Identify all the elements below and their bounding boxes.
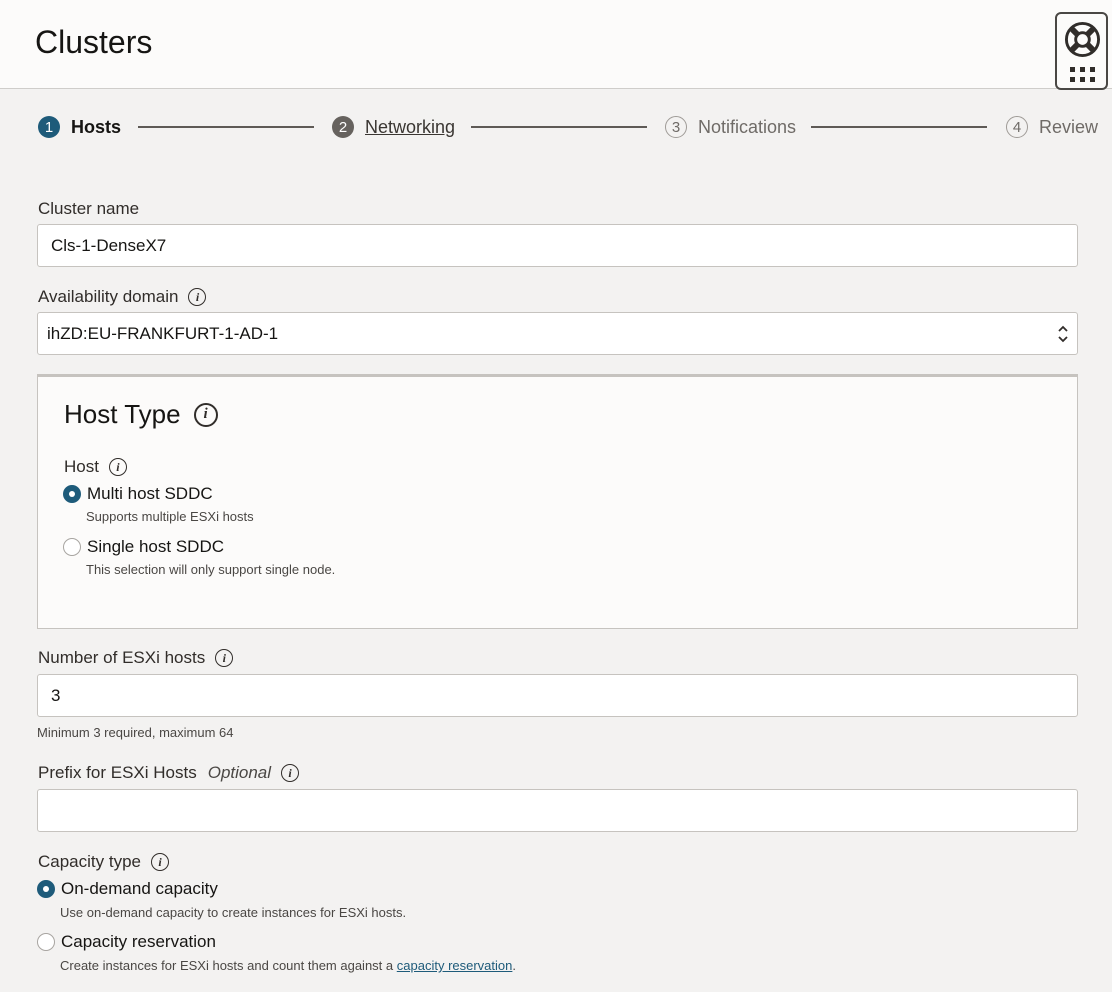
step-hosts[interactable]: 1 Hosts [38, 115, 121, 139]
step-connector [811, 126, 987, 128]
step-review: 4 Review [1006, 115, 1098, 139]
step-connector [138, 126, 314, 128]
radio-label: Single host SDDC [87, 537, 225, 556]
availability-domain-label-text: Availability domain [38, 287, 179, 306]
radio-single-host[interactable]: Single host SDDC [63, 537, 224, 557]
radio-description: Create instances for ESXi hosts and coun… [60, 958, 516, 973]
radio-description: Use on-demand capacity to create instanc… [60, 905, 407, 920]
radio-button[interactable] [37, 933, 55, 951]
radio-description: This selection will only support single … [86, 562, 336, 577]
radio-button[interactable] [37, 880, 55, 898]
availability-domain-label: Availability domain i [38, 287, 207, 307]
info-icon[interactable]: i [215, 649, 234, 667]
radio-multi-host[interactable]: Multi host SDDC [63, 484, 213, 504]
radio-description-text: Create instances for ESXi hosts and coun… [60, 958, 394, 973]
cluster-name-label-text: Cluster name [38, 199, 140, 218]
cluster-name-label: Cluster name [38, 199, 139, 219]
step-number: 4 [1006, 116, 1028, 138]
step-label: Review [1039, 116, 1099, 137]
host-label: Host i [64, 457, 127, 477]
radio-button[interactable] [63, 538, 81, 556]
help-widget[interactable] [1055, 12, 1108, 90]
esxi-hosts-label-text: Number of ESXi hosts [38, 648, 206, 667]
esxi-hosts-value: 3 [51, 685, 61, 705]
info-icon[interactable]: i [108, 458, 127, 476]
esxi-hosts-label: Number of ESXi hosts i [38, 648, 234, 668]
availability-domain-select[interactable]: ihZD:EU-FRANKFURT-1-AD-1 [37, 312, 1078, 355]
step-notifications: 3 Notifications [665, 115, 796, 139]
capacity-type-label: Capacity type i [38, 852, 169, 872]
radio-label: Multi host SDDC [87, 484, 213, 503]
radio-description-suffix: . [512, 958, 517, 973]
availability-domain-value: ihZD:EU-FRANKFURT-1-AD-1 [47, 323, 279, 343]
step-connector [471, 126, 647, 128]
info-icon[interactable]: i [281, 764, 300, 782]
esxi-hosts-input[interactable]: 3 [37, 674, 1078, 717]
capacity-type-label-text: Capacity type [38, 852, 141, 871]
radio-label: Capacity reservation [61, 932, 216, 951]
radio-button[interactable] [63, 485, 81, 503]
prefix-input[interactable] [37, 789, 1078, 832]
prefix-label-text: Prefix for ESXi Hosts [38, 763, 197, 782]
grid-icon[interactable] [1070, 67, 1096, 83]
step-label[interactable]: Networking [365, 117, 455, 138]
page-title: Clusters [35, 24, 153, 60]
info-icon[interactable]: i [188, 288, 207, 306]
radio-on-demand[interactable]: On-demand capacity [37, 879, 218, 899]
cluster-name-value: Cls-1-DenseX7 [51, 235, 167, 255]
radio-capacity-reservation[interactable]: Capacity reservation [37, 932, 216, 952]
info-icon[interactable]: i [151, 853, 169, 871]
chevron-updown-icon [1058, 325, 1068, 343]
step-number: 2 [332, 116, 354, 138]
host-label-text: Host [64, 457, 99, 476]
info-icon[interactable]: i [193, 402, 218, 427]
step-number: 3 [665, 116, 687, 138]
host-type-title-text: Host Type [64, 399, 181, 429]
optional-tag: Optional [207, 763, 272, 782]
radio-label: On-demand capacity [61, 879, 218, 898]
step-label: Notifications [698, 116, 797, 137]
prefix-label: Prefix for ESXi Hosts Optional i [38, 763, 300, 783]
lifebuoy-icon[interactable] [1064, 21, 1101, 58]
page-header: Clusters [0, 0, 1112, 89]
host-type-title: Host Type i [64, 399, 218, 430]
step-label: Hosts [71, 116, 122, 137]
radio-description: Supports multiple ESXi hosts [86, 509, 254, 524]
step-number: 1 [38, 116, 60, 138]
step-networking[interactable]: 2 Networking [332, 115, 455, 139]
capacity-reservation-link[interactable]: capacity reservation [397, 958, 513, 973]
esxi-hosts-hint: Minimum 3 required, maximum 64 [37, 725, 234, 740]
cluster-name-input[interactable]: Cls-1-DenseX7 [37, 224, 1078, 267]
host-type-panel: Host Type i Host i Multi host SDDC Suppo… [37, 374, 1078, 629]
